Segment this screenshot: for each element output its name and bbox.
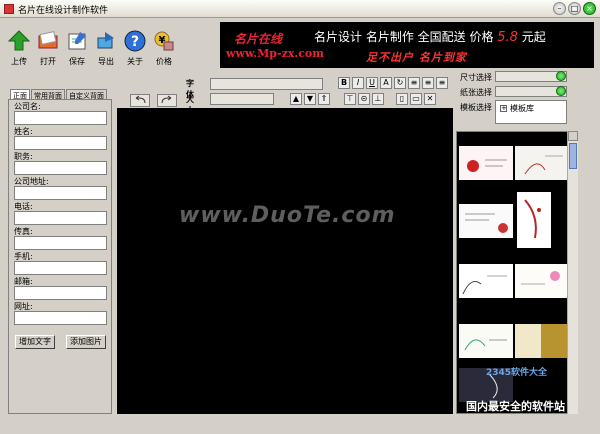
valign-bottom-button[interactable]: ⊥ [372, 93, 384, 105]
underline-button[interactable]: U [366, 77, 378, 89]
price-tag-icon: ¥ [153, 30, 175, 52]
redo-button[interactable] [157, 94, 177, 107]
align-left-button[interactable]: ≡ [408, 77, 420, 89]
banner-slogan: 名片设计 名片制作 全国配送 价格 5.8 元起 [314, 30, 546, 45]
export-hand-icon [95, 30, 117, 52]
company-name-field: 公司名: [14, 101, 107, 125]
window-titlebar: 名片在线设计制作软件 – □ × [0, 0, 600, 18]
template-thumb[interactable] [459, 204, 513, 238]
maximize-button[interactable]: □ [568, 2, 581, 15]
template-thumb[interactable] [459, 324, 513, 358]
template-thumb[interactable] [517, 192, 551, 248]
template-tree[interactable]: + 模板库 [495, 100, 567, 124]
company-name-input[interactable] [14, 111, 107, 125]
email-field: 邮箱: [14, 276, 107, 300]
size-select[interactable] [210, 93, 274, 105]
template-library-item[interactable]: 模板库 [510, 103, 534, 114]
valign-top-button[interactable]: ⊤ [344, 93, 356, 105]
close-button[interactable]: × [583, 2, 596, 15]
bold-button[interactable]: B [338, 77, 350, 89]
app-icon [4, 4, 14, 14]
mobile-input[interactable] [14, 261, 107, 275]
size-select-label: 尺寸选择 [460, 73, 492, 82]
website-field: 网址: [14, 301, 107, 325]
distribute-h-button[interactable]: ▯ [396, 93, 408, 105]
open-book-icon [37, 30, 59, 52]
font-color-button[interactable]: A [380, 77, 392, 89]
title-field: 职务: [14, 151, 107, 175]
add-text-button[interactable]: 增加文字 [15, 335, 55, 349]
help-question-icon: ? [124, 30, 146, 52]
banner-price-unit: 元起 [521, 30, 546, 44]
scroll-up-arrow-icon[interactable] [568, 131, 578, 141]
layer-top-button[interactable]: ⇑ [318, 93, 330, 105]
about-label: 关于 [127, 57, 143, 66]
size-go-button[interactable] [556, 71, 566, 81]
open-label: 打开 [40, 57, 56, 66]
save-label: 保存 [69, 57, 85, 66]
price-label: 价格 [156, 57, 172, 66]
advertising-banner[interactable]: 名片在线 www.Mp-zx.com 名片设计 名片制作 全国配送 价格 5.8… [220, 22, 594, 68]
upload-button[interactable]: 上传 [8, 30, 30, 67]
export-label: 导出 [98, 57, 114, 66]
svg-text:?: ? [131, 34, 139, 50]
align-center-button[interactable]: ≡ [422, 77, 434, 89]
template-select-label: 模板选择 [460, 103, 492, 112]
minimize-button[interactable]: – [553, 2, 566, 15]
phone-field: 电话: [14, 201, 107, 225]
delete-element-button[interactable]: ✕ [424, 93, 436, 105]
website-input[interactable] [14, 311, 107, 325]
address-input[interactable] [14, 186, 107, 200]
main-toolbar: 上传 打开 保存 导出 ? 关于 ¥ 价格 [8, 30, 175, 67]
site-watermark-secure: 国内最安全的软件站 [466, 400, 565, 413]
layer-down-button[interactable]: ▼ [304, 93, 316, 105]
upload-label: 上传 [11, 57, 27, 66]
banner-logo-url: www.Mp-zx.com [226, 47, 324, 60]
layer-up-button[interactable]: ▲ [290, 93, 302, 105]
mobile-field: 手机: [14, 251, 107, 275]
name-input[interactable] [14, 136, 107, 150]
window-title: 名片在线设计制作软件 [18, 6, 109, 16]
address-field: 公司地址: [14, 176, 107, 200]
expand-icon[interactable]: + [500, 105, 507, 112]
fax-input[interactable] [14, 236, 107, 250]
title-input[interactable] [14, 161, 107, 175]
distribute-v-button[interactable]: ▭ [410, 93, 422, 105]
canvas-watermark: www.DuoTe.com [179, 203, 396, 228]
template-thumb[interactable] [459, 264, 513, 298]
name-field: 姓名: [14, 126, 107, 150]
template-thumb[interactable] [459, 146, 513, 180]
font-select[interactable] [210, 78, 323, 90]
align-right-button[interactable]: ≡ [436, 77, 448, 89]
fax-field: 传真: [14, 226, 107, 250]
banner-price: 5.8 [497, 30, 518, 45]
rotate-button[interactable]: ↻ [394, 77, 406, 89]
banner-logo-text: 名片在线 [234, 32, 283, 46]
email-input[interactable] [14, 286, 107, 300]
add-image-button[interactable]: 添加图片 [66, 335, 106, 349]
open-button[interactable]: 打开 [37, 30, 59, 67]
template-thumb[interactable] [515, 146, 567, 180]
save-disk-icon [66, 30, 88, 52]
italic-button[interactable]: I [352, 77, 364, 89]
banner-tagline: 足不出户 名片到家 [366, 51, 467, 64]
about-button[interactable]: ? 关于 [124, 30, 146, 67]
undo-button[interactable] [130, 94, 150, 107]
upload-arrow-icon [8, 30, 30, 52]
price-button[interactable]: ¥ 价格 [153, 30, 175, 67]
site-watermark-2345: 2345软件大全 [486, 368, 548, 378]
phone-input[interactable] [14, 211, 107, 225]
template-thumb[interactable] [515, 264, 567, 298]
paper-select-label: 纸张选择 [460, 88, 492, 97]
export-button[interactable]: 导出 [95, 30, 117, 67]
save-button[interactable]: 保存 [66, 30, 88, 67]
paper-go-button[interactable] [556, 86, 566, 96]
design-canvas[interactable]: www.DuoTe.com [117, 108, 453, 414]
scrollbar-thumb[interactable] [569, 143, 577, 169]
valign-middle-button[interactable]: ⊝ [358, 93, 370, 105]
template-thumb[interactable] [515, 324, 567, 358]
thumbnail-scrollbar[interactable] [567, 131, 578, 414]
